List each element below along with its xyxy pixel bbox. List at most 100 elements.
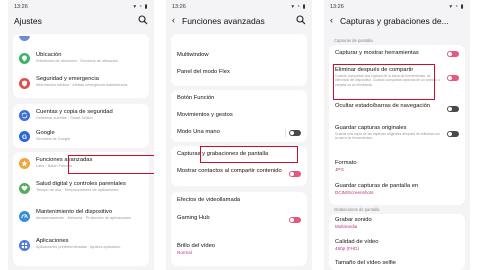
item-side-button[interactable]: Botón Función <box>171 92 307 106</box>
item-value: Multimedia <box>335 224 358 229</box>
status-indicators: ▾ ◔ ▮ <box>291 4 306 10</box>
settings-item-safety[interactable]: Seguridad y emergencia Información médic… <box>13 74 149 96</box>
status-time: 13:26 <box>172 4 186 10</box>
item-subtitle: Servicios de Google <box>36 137 70 141</box>
item-title: Brillo del vídeo <box>177 243 216 249</box>
settings-item-accounts[interactable]: Cuentas y copia de seguridad Gestionar c… <box>13 107 149 127</box>
sync-icon <box>19 110 30 121</box>
one-handed-mode-toggle[interactable] <box>289 130 301 136</box>
item-title: Multiwindow <box>177 52 209 58</box>
item-video-quality[interactable]: Calidad de vídeo 480p (FHD) <box>329 238 465 254</box>
item-multiwindow[interactable]: Multiwindow <box>171 49 307 63</box>
status-time: 13:26 <box>14 4 28 10</box>
status-bar: 13:26 ▾ ◔ ▮ <box>330 4 464 12</box>
apps-icon <box>19 240 30 251</box>
status-time: 13:26 <box>330 4 344 10</box>
features-card-2: Botón Función Movimientos y gestos Modo … <box>171 90 307 142</box>
header: ‹ Funciones avanzadas <box>172 14 306 28</box>
search-icon[interactable] <box>296 15 306 25</box>
item-video-call-effects[interactable]: Efectos de videollamada <box>171 194 307 208</box>
item-selfie-video-size[interactable]: Tamaño del vídeo selfie <box>329 259 465 269</box>
item-record-sound[interactable]: Grabar sonido Multimedia <box>329 216 465 232</box>
svg-text:G: G <box>22 134 27 140</box>
section-header: Grabaciones de pantalla <box>334 207 380 212</box>
item-title: Google <box>36 130 55 136</box>
item-flex-mode-panel[interactable]: Panel del modo Flex <box>171 66 307 80</box>
item-video-brightness[interactable]: Brillo del vídeo Normal <box>171 240 307 262</box>
status-indicators: ▾ ◔ ▮ <box>449 4 464 10</box>
screenshots-recordings-screen: 13:26 ▾ ◔ ▮ ‹ Capturas y grabaciones de.… <box>324 0 470 270</box>
item-title: Botón Función <box>177 95 215 101</box>
section-header: Capturas de pantalla <box>334 38 373 43</box>
list-item-partial[interactable] <box>171 36 307 44</box>
highlight-box <box>200 146 298 163</box>
gaming-hub-toggle[interactable] <box>289 217 301 223</box>
item-title: Modo Una mano <box>177 129 220 135</box>
item-subtitle: Solicitudes de ubicación · Servicios de … <box>36 59 118 63</box>
item-subtitle: Tiempo de uso · Temporizadores de aplica… <box>36 188 119 192</box>
settings-item-location[interactable]: Ubicación Solicitudes de ubicación · Ser… <box>13 50 149 70</box>
list-item-partial[interactable] <box>13 36 149 48</box>
heart-icon <box>19 183 30 194</box>
item-capture-show-toolbar[interactable]: Capturar y mostrar herramientas <box>329 47 465 61</box>
item-subtitle: Aplicaciones predeterminadas · Ajustes a… <box>36 245 121 249</box>
item-title: Ocultar estado/barras de navegación <box>335 103 431 109</box>
settings-card-1: Ubicación Solicitudes de ubicación · Ser… <box>13 34 149 98</box>
settings-item-digital-wellbeing[interactable]: Salud digital y controles parentales Tie… <box>13 179 149 201</box>
features-card-4: Efectos de videollamada Gaming Hub Brill… <box>171 192 307 266</box>
item-title: Panel del modo Flex <box>177 69 230 75</box>
page-title: Ajustes <box>14 16 42 26</box>
item-title: Guardar capturas de pantalla en <box>335 183 419 189</box>
item-title: Guardar capturas originales <box>335 125 407 131</box>
item-show-contacts-sharing[interactable]: Mostrar contactos al compartir contenido <box>171 166 307 184</box>
item-title: Grabar sonido <box>335 217 372 223</box>
item-title: Ubicación <box>36 52 62 58</box>
back-arrow-icon[interactable]: ‹ <box>330 15 333 25</box>
partial-item-icon <box>19 36 30 41</box>
divider <box>285 129 286 137</box>
highlight-box <box>333 64 435 100</box>
back-arrow-icon[interactable]: ‹ <box>172 15 175 25</box>
page-title: Capturas y grabaciones de... <box>340 16 449 26</box>
item-subtitle: Información médica · Alertas emergencia … <box>36 83 128 87</box>
item-motions-gestures[interactable]: Movimientos y gestos <box>171 109 307 123</box>
google-icon: G <box>19 131 30 142</box>
item-subtitle: Gestionar cuentas · Smart Switch <box>36 116 93 120</box>
item-format[interactable]: Formato JPG <box>329 159 465 175</box>
advanced-features-screen: 13:26 ▾ ◔ ▮ ‹ Funciones avanzadas Multiw… <box>166 0 312 270</box>
item-title: Cuentas y copia de seguridad <box>36 109 113 115</box>
item-description: Guarda una copia de las capturas origina… <box>335 132 440 141</box>
show-contacts-toggle[interactable] <box>289 171 301 177</box>
item-title: Movimientos y gestos <box>177 112 233 118</box>
item-title: Tamaño del vídeo selfie <box>335 260 396 266</box>
search-icon[interactable] <box>138 15 148 25</box>
save-originals-toggle[interactable] <box>447 131 459 137</box>
item-title: Calidad de vídeo <box>335 239 379 245</box>
item-title: Aplicaciones <box>36 238 69 244</box>
header: ‹ Capturas y grabaciones de... <box>330 14 464 28</box>
item-value: Normal <box>177 250 192 255</box>
settings-item-device-care[interactable]: Mantenimiento del dispositivo Almacenami… <box>13 207 149 233</box>
item-save-screenshots-in[interactable]: Guardar capturas de pantalla en DCIM/Scr… <box>329 182 465 202</box>
status-bar: 13:26 ▾ ◔ ▮ <box>14 4 148 12</box>
hide-bars-toggle[interactable] <box>447 106 459 112</box>
settings-item-apps[interactable]: Aplicaciones Aplicaciones predeterminada… <box>13 236 149 262</box>
item-title: Formato <box>335 160 357 166</box>
capture-toolbar-toggle[interactable] <box>447 51 459 57</box>
item-value: DCIM/Screenshots <box>335 190 374 195</box>
star-icon <box>19 158 30 169</box>
settings-screen: 13:26 ▾ ◔ ▮ Ajustes Ubicación Solicitude… <box>8 0 154 270</box>
delete-after-sharing-toggle[interactable] <box>447 75 459 81</box>
settings-card-2: Cuentas y copia de seguridad Gestionar c… <box>13 104 149 148</box>
settings-item-google[interactable]: G Google Servicios de Google <box>13 128 149 146</box>
item-hide-status-nav-bars[interactable]: Ocultar estado/barras de navegación <box>329 101 465 119</box>
status-bar: 13:26 ▾ ◔ ▮ <box>172 4 306 12</box>
item-save-original-screenshots[interactable]: Guardar capturas originales Guarda una c… <box>329 123 465 151</box>
status-indicators: ▾ ◔ ▮ <box>133 4 148 10</box>
item-gaming-hub[interactable]: Gaming Hub <box>171 212 307 234</box>
item-value: 480p (FHD) <box>335 246 359 251</box>
item-one-handed-mode[interactable]: Modo Una mano <box>171 126 307 140</box>
item-title: Salud digital y controles parentales <box>36 181 126 187</box>
location-icon <box>19 53 30 64</box>
recordings-card: Grabar sonido Multimedia Calidad de víde… <box>329 214 465 270</box>
